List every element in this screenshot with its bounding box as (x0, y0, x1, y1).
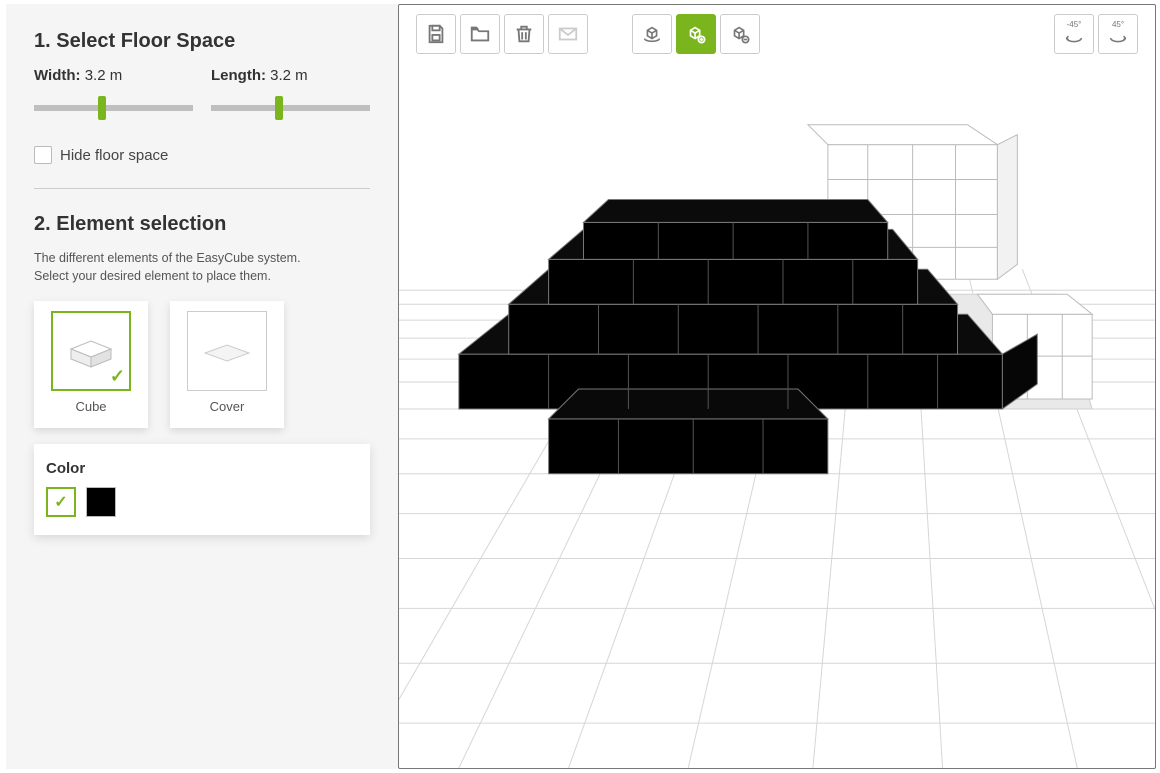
add-cube-button[interactable] (676, 14, 716, 54)
hide-floor-checkbox[interactable] (34, 146, 52, 164)
save-button[interactable] (416, 14, 456, 54)
section-2-title: 2. Element selection (34, 213, 370, 236)
delete-button[interactable] (504, 14, 544, 54)
elements-row: ✓ Cube Cover (34, 301, 370, 428)
canvas-area[interactable]: -45° 45° (398, 4, 1156, 769)
rotate-left-button[interactable]: -45° (1054, 14, 1094, 54)
check-icon: ✓ (110, 366, 125, 387)
rotate-right-button[interactable]: 45° (1098, 14, 1138, 54)
rotate-group: -45° 45° (1054, 14, 1138, 54)
mode-group (632, 14, 760, 54)
file-group (416, 14, 588, 54)
color-swatch-black[interactable] (86, 487, 116, 517)
hide-floor-label: Hide floor space (60, 147, 168, 164)
check-icon: ✓ (48, 489, 74, 515)
width-label: Width: 3.2 m (34, 67, 193, 84)
color-swatch-white[interactable]: ✓ (46, 487, 76, 517)
mail-button[interactable] (548, 14, 588, 54)
length-slider[interactable] (211, 94, 370, 122)
element-card-cover[interactable]: Cover (170, 301, 284, 428)
length-label: Length: 3.2 m (211, 67, 370, 84)
element-thumb-cube[interactable]: ✓ (51, 311, 131, 391)
section-1-title: 1. Select Floor Space (34, 30, 370, 53)
open-button[interactable] (460, 14, 500, 54)
element-thumb-cover[interactable] (187, 311, 267, 391)
rotate-view-button[interactable] (632, 14, 672, 54)
scene-3d[interactable] (398, 4, 1156, 769)
section-2-description: The different elements of the EasyCube s… (34, 250, 370, 285)
sidebar: 1. Select Floor Space Width: 3.2 m Lengt… (0, 0, 398, 773)
divider (34, 188, 370, 189)
toolbar: -45° 45° (416, 14, 1138, 54)
dimensions-row: Width: 3.2 m Length: 3.2 m (34, 67, 370, 122)
color-title: Color (46, 460, 358, 477)
element-card-cube[interactable]: ✓ Cube (34, 301, 148, 428)
remove-cube-button[interactable] (720, 14, 760, 54)
width-slider[interactable] (34, 94, 193, 122)
color-panel: Color ✓ (34, 444, 370, 535)
